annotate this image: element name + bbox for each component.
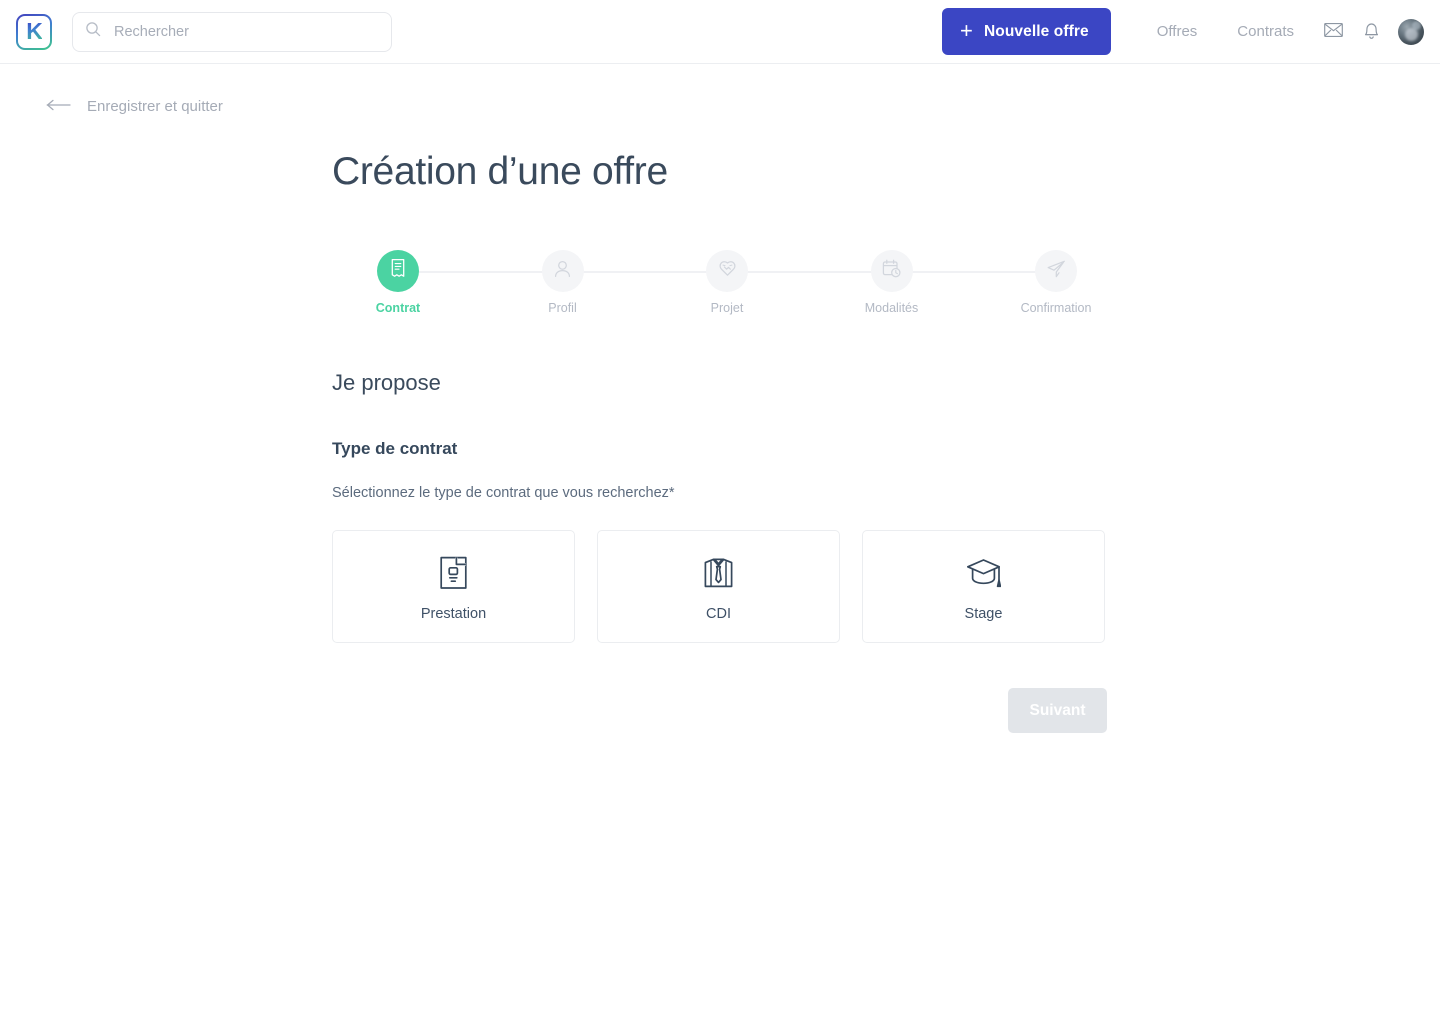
contract-type-prestation[interactable]: Prestation <box>332 530 575 643</box>
bell-icon <box>1363 21 1380 43</box>
section-heading: Je propose <box>332 370 441 395</box>
contract-type-prestation-label: Prestation <box>420 606 487 622</box>
new-offer-button-label: Nouvelle offre <box>983 22 1089 40</box>
logo-letter: K <box>26 17 43 44</box>
handshake-icon <box>717 259 738 284</box>
contract-type-cdi-label: CDI <box>706 606 731 622</box>
nav-item-contrats[interactable]: Contrats <box>1217 23 1314 40</box>
search-icon <box>85 21 101 42</box>
paper-plane-icon <box>1046 259 1067 284</box>
form-actions: Suivant <box>332 688 1107 733</box>
header-actions: + Nouvelle offre Offres Contrats <box>942 8 1424 55</box>
search-input[interactable] <box>112 22 379 41</box>
save-and-quit-label: Enregistrer et quitter <box>87 98 223 115</box>
page-content: Création d’une offre Contrat Profil Proj… <box>0 150 1440 733</box>
step-modalites-label: Modalités <box>864 301 919 315</box>
kalanso-logo[interactable]: K <box>16 13 52 50</box>
step-profil-circle <box>541 250 584 292</box>
step-confirmation[interactable]: Confirmation <box>990 250 1122 315</box>
stepper: Contrat Profil Projet Modalités Confirma… <box>332 250 1122 315</box>
step-projet-label: Projet <box>710 301 744 315</box>
step-contrat[interactable]: Contrat <box>332 250 464 315</box>
avatar[interactable] <box>1398 18 1424 45</box>
user-icon <box>553 259 572 284</box>
step-modalites[interactable]: Modalités <box>826 250 958 315</box>
step-projet[interactable]: Projet <box>661 250 793 315</box>
mail-button[interactable] <box>1314 13 1352 51</box>
step-profil-label: Profil <box>548 301 577 315</box>
search-box[interactable] <box>72 11 392 52</box>
field-title: Type de contrat <box>332 439 458 458</box>
step-contrat-label: Contrat <box>375 301 421 315</box>
contract-type-options: Prestation CDI Stage <box>332 530 1400 643</box>
step-contrat-circle <box>377 250 419 292</box>
nav-item-offres[interactable]: Offres <box>1137 23 1218 40</box>
mail-icon <box>1323 22 1343 41</box>
logo-inner: K <box>18 15 50 48</box>
contract-type-stage[interactable]: Stage <box>862 530 1105 643</box>
step-confirmation-label: Confirmation <box>1020 301 1092 315</box>
shirt-tie-icon <box>703 555 734 591</box>
step-profil[interactable]: Profil <box>497 250 629 315</box>
page-title: Création d’une offre <box>332 150 668 193</box>
next-button[interactable]: Suivant <box>1008 688 1107 733</box>
back-bar: Enregistrer et quitter <box>0 64 1440 120</box>
calendar-clock-icon <box>881 258 902 284</box>
step-projet-circle <box>706 250 748 292</box>
app-header: K + Nouvelle offre Offres Contrats <box>0 0 1440 64</box>
contract-type-stage-label: Stage <box>964 606 1003 622</box>
new-offer-button[interactable]: + Nouvelle offre <box>942 8 1111 55</box>
save-and-quit-link[interactable]: Enregistrer et quitter <box>46 98 223 115</box>
notifications-button[interactable] <box>1352 13 1390 51</box>
plus-icon: + <box>960 17 973 43</box>
contract-document-icon <box>439 555 468 591</box>
document-icon <box>388 258 408 284</box>
field-help-text: Sélectionnez le type de contrat que vous… <box>332 485 675 501</box>
contract-type-cdi[interactable]: CDI <box>597 530 840 643</box>
step-modalites-circle <box>870 250 913 292</box>
step-confirmation-circle <box>1035 250 1077 292</box>
graduation-cap-icon <box>966 555 1001 591</box>
arrow-left-icon <box>46 98 71 115</box>
